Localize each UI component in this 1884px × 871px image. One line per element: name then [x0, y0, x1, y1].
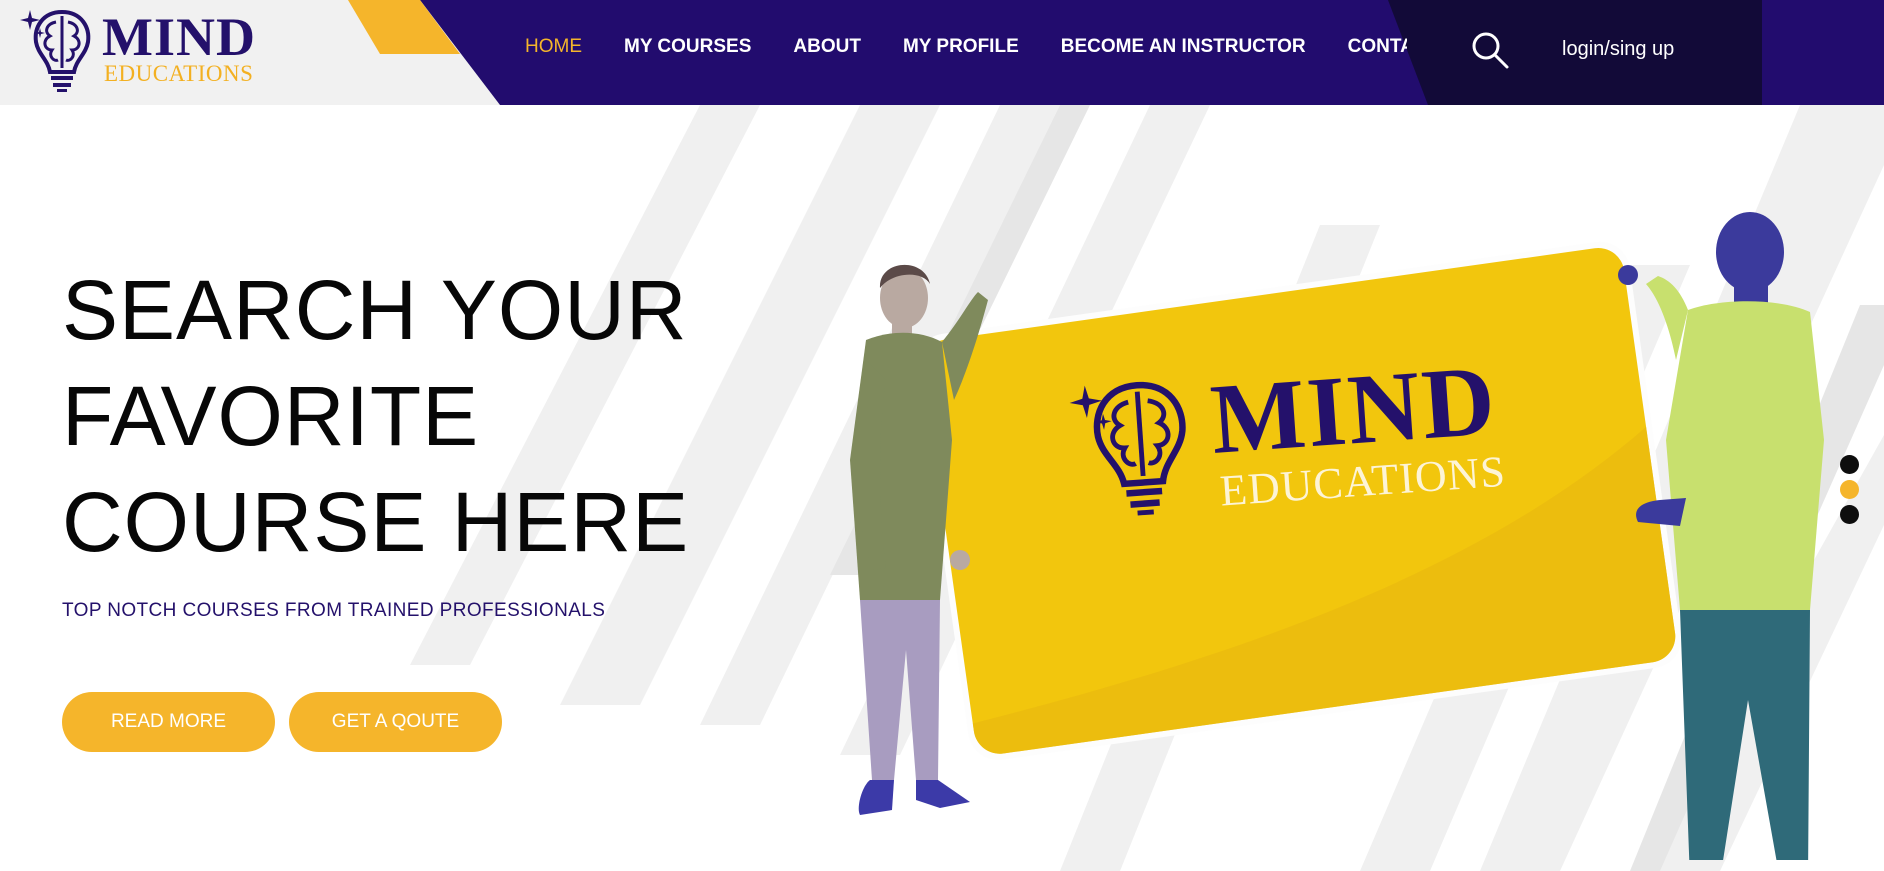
site-logo[interactable]: MIND EDUCATIONS — [20, 6, 280, 92]
get-quote-button[interactable]: GET A QOUTE — [289, 692, 502, 752]
read-more-button[interactable]: READ MORE — [62, 692, 275, 752]
hero-headline: SEARCH YOUR FAVORITE COURSE HERE — [62, 257, 762, 575]
logo-wordmark-top: MIND — [102, 7, 256, 67]
hero-section: SEARCH YOUR FAVORITE COURSE HERE TOP NOT… — [0, 105, 1884, 871]
site-header: MIND EDUCATIONS HOME MY COURSES ABOUT MY… — [0, 0, 1884, 105]
hero-headline-line-3: COURSE HERE — [62, 475, 690, 569]
logo-wordmark-bottom: EDUCATIONS — [104, 61, 254, 86]
login-signup-link[interactable]: login/sing up — [1562, 36, 1674, 62]
search-icon — [1472, 32, 1509, 69]
hero-headline-line-1: SEARCH YOUR — [62, 263, 688, 357]
nav-item-about[interactable]: ABOUT — [793, 34, 861, 60]
slider-dot-3[interactable] — [1840, 505, 1859, 524]
slider-pagination — [1840, 455, 1864, 530]
hero-headline-line-2: FAVORITE — [62, 369, 480, 463]
nav-item-my-profile[interactable]: MY PROFILE — [903, 34, 1019, 60]
slider-dot-2[interactable] — [1840, 480, 1859, 499]
nav-item-home[interactable]: HOME — [525, 34, 582, 60]
nav-item-my-courses[interactable]: MY COURSES — [624, 34, 751, 60]
lightbulb-brain-icon — [20, 9, 91, 92]
slider-dot-1[interactable] — [1840, 455, 1859, 474]
hero-subtitle: TOP NOTCH COURSES FROM TRAINED PROFESSIO… — [62, 600, 606, 621]
card-logo: MIND EDUCATIONS — [1068, 344, 1538, 540]
nav-item-become-instructor[interactable]: BECOME AN INSTRUCTOR — [1061, 34, 1306, 60]
nav-item-contact[interactable]: CONTACT — [1348, 34, 1407, 60]
main-nav: HOME MY COURSES ABOUT MY PROFILE BECOME … — [525, 30, 1407, 64]
lightbulb-brain-icon — [1069, 381, 1186, 516]
search-button[interactable] — [1470, 30, 1510, 70]
